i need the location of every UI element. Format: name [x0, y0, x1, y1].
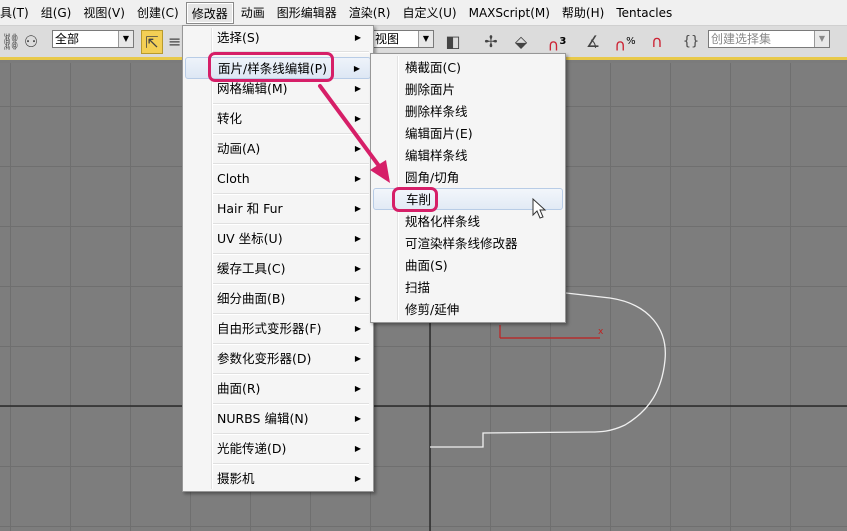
- submenu-arrow-icon: ▶: [354, 264, 361, 273]
- menu-item-radiosity[interactable]: 光能传递(D) ▶: [185, 438, 371, 460]
- menu-item-nurbs-editing[interactable]: NURBS 编辑(N) ▶: [185, 408, 371, 430]
- submenu-arrow-icon: ▶: [354, 114, 361, 123]
- submenu-item-surface[interactable]: 曲面(S): [373, 255, 563, 277]
- axis-x-label: x: [598, 327, 604, 337]
- submenu-item-delete-spline[interactable]: 删除样条线: [373, 101, 563, 123]
- menu-item-animation[interactable]: 动画(A) ▶: [185, 138, 371, 160]
- submenu-arrow-icon: ▶: [354, 84, 361, 93]
- menu-item-selection[interactable]: 选择(S) ▶: [185, 27, 371, 49]
- submenu-arrow-icon: ▶: [354, 234, 361, 243]
- submenu-arrow-icon: ▶: [354, 414, 361, 423]
- submenu-arrow-icon: ▶: [354, 294, 361, 303]
- menu-item-cameras[interactable]: 摄影机 ▶: [185, 468, 371, 490]
- menu-item-free-form-deformers[interactable]: 自由形式变形器(F) ▶: [185, 318, 371, 340]
- annotation-highlight-patch-spline: [208, 52, 334, 82]
- submenu-arrow-icon: ▶: [354, 474, 361, 483]
- submenu-item-delete-patch[interactable]: 删除面片: [373, 79, 563, 101]
- submenu-arrow-icon: ▶: [353, 64, 360, 73]
- submenu-item-cross-section[interactable]: 横截面(C): [373, 57, 563, 79]
- submenu-arrow-icon: ▶: [354, 174, 361, 183]
- submenu-arrow-icon: ▶: [354, 144, 361, 153]
- submenu-arrow-icon: ▶: [354, 444, 361, 453]
- menu-item-cloth[interactable]: Cloth ▶: [185, 168, 371, 190]
- submenu-item-trim-extend[interactable]: 修剪/延伸: [373, 299, 563, 321]
- menu-item-surface[interactable]: 曲面(R) ▶: [185, 378, 371, 400]
- submenu-arrow-icon: ▶: [354, 354, 361, 363]
- submenu-arrow-icon: ▶: [354, 33, 361, 42]
- menu-item-hair-fur[interactable]: Hair 和 Fur ▶: [185, 198, 371, 220]
- submenu-arrow-icon: ▶: [354, 324, 361, 333]
- annotation-highlight-lathe: [392, 187, 438, 212]
- submenu-arrow-icon: ▶: [354, 204, 361, 213]
- menu-item-conversion[interactable]: 转化 ▶: [185, 108, 371, 130]
- submenu-arrow-icon: ▶: [354, 384, 361, 393]
- menu-item-cache-tools[interactable]: 缓存工具(C) ▶: [185, 258, 371, 280]
- submenu-item-renderable-spline[interactable]: 可渲染样条线修改器: [373, 233, 563, 255]
- modifiers-menu: 选择(S) ▶ 面片/样条线编辑(P) ▶ 网格编辑(M) ▶ 转化 ▶ 动画(A) ▶ …: [182, 25, 374, 492]
- submenu-item-edit-spline[interactable]: 编辑样条线: [373, 145, 563, 167]
- submenu-item-normalize-spline[interactable]: 规格化样条线: [373, 211, 563, 233]
- menu-item-subdivision-surfaces[interactable]: 细分曲面(B) ▶: [185, 288, 371, 310]
- submenu-item-fillet-chamfer[interactable]: 圆角/切角: [373, 167, 563, 189]
- menu-item-uv-coordinates[interactable]: UV 坐标(U) ▶: [185, 228, 371, 250]
- menu-item-parametric-deformers[interactable]: 参数化变形器(D) ▶: [185, 348, 371, 370]
- submenu-item-sweep[interactable]: 扫描: [373, 277, 563, 299]
- submenu-item-edit-patch[interactable]: 编辑面片(E): [373, 123, 563, 145]
